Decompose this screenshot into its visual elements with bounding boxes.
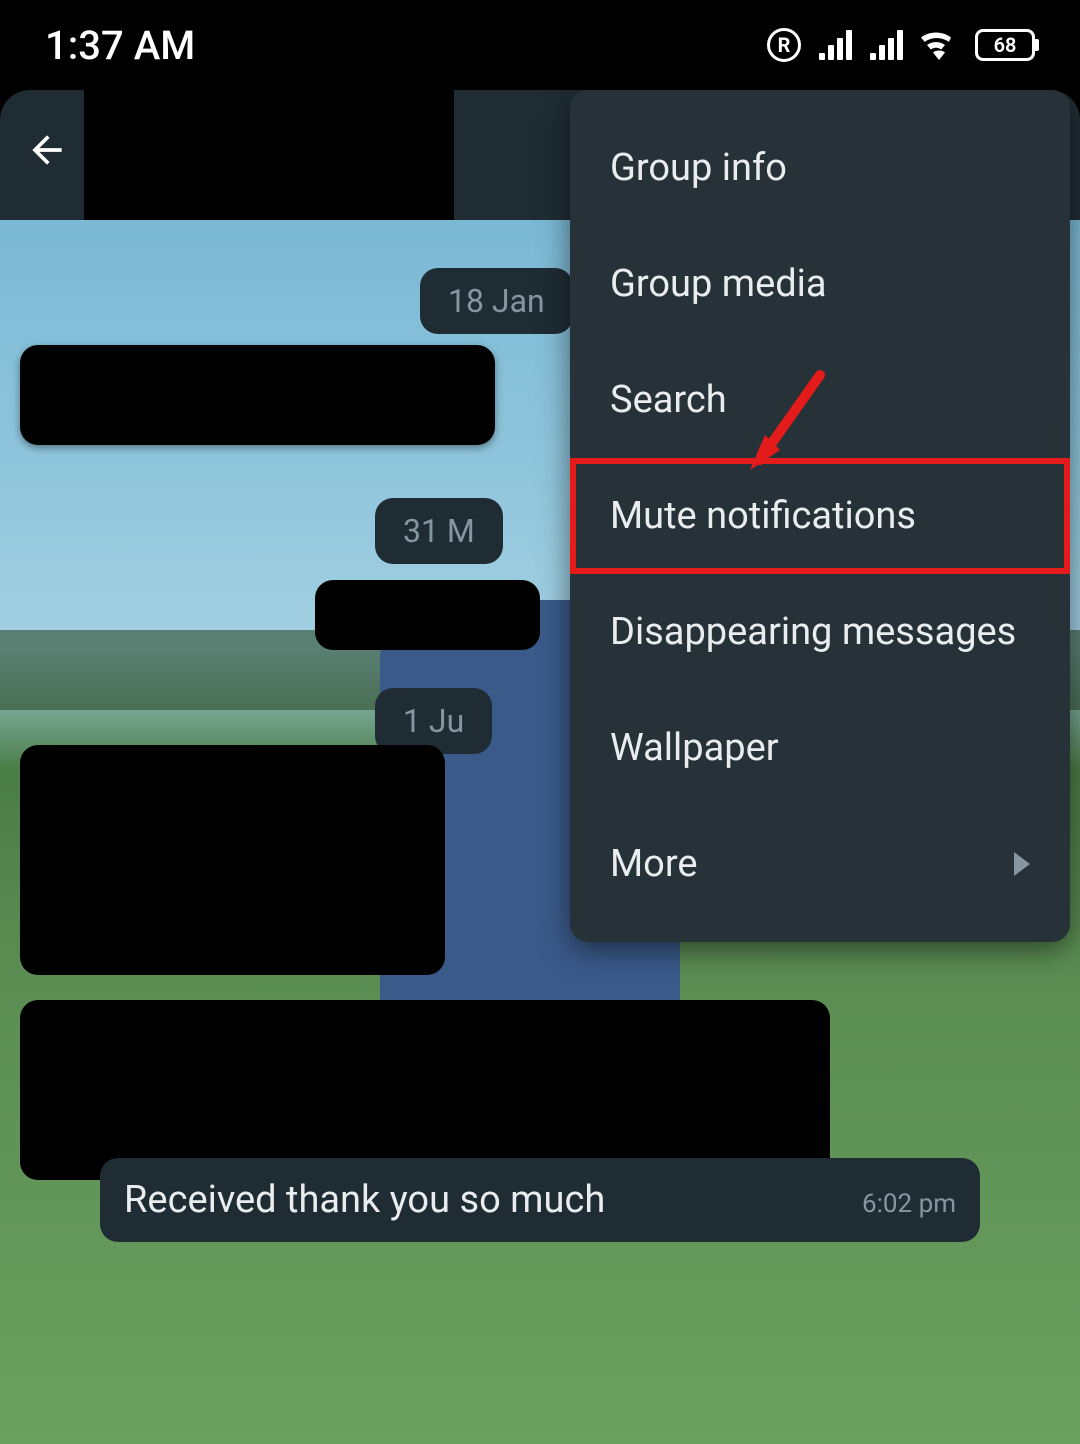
back-arrow-icon[interactable]: [25, 128, 69, 183]
chat-title-redacted: [84, 90, 454, 220]
signal-icon-2: [870, 30, 903, 60]
message-timestamp: 6:02 pm: [862, 1189, 956, 1219]
menu-item-label: Group info: [610, 146, 787, 190]
wifi-icon: [921, 30, 957, 60]
menu-item-group-media[interactable]: Group media: [570, 226, 1070, 342]
message-bubble[interactable]: Received thank you so much 6:02 pm: [100, 1158, 980, 1242]
message-redacted: [20, 345, 495, 445]
message-text: Received thank you so much: [124, 1178, 605, 1222]
menu-item-label: Disappearing messages: [610, 610, 1016, 654]
message-redacted: [315, 580, 540, 650]
menu-item-label: Wallpaper: [610, 726, 779, 770]
status-time: 1:37 AM: [45, 22, 195, 69]
battery-indicator: 68: [975, 29, 1035, 61]
menu-item-more[interactable]: More: [570, 806, 1070, 922]
message-redacted: [20, 745, 445, 975]
overflow-menu: Group info Group media Search Mute notif…: [570, 90, 1070, 942]
menu-item-label: More: [610, 842, 698, 886]
message-redacted: [20, 1000, 830, 1180]
menu-item-wallpaper[interactable]: Wallpaper: [570, 690, 1070, 806]
menu-item-group-info[interactable]: Group info: [570, 110, 1070, 226]
status-bar: 1:37 AM R 68: [0, 0, 1080, 90]
status-icons: R 68: [767, 28, 1035, 62]
menu-item-label: Search: [610, 378, 727, 422]
chevron-right-icon: [1014, 852, 1030, 876]
annotation-arrow: [735, 365, 835, 489]
menu-item-label: Mute notifications: [610, 494, 916, 538]
date-chip: 31 M: [375, 498, 503, 564]
battery-level: 68: [994, 33, 1017, 57]
registered-icon: R: [767, 28, 801, 62]
menu-item-label: Group media: [610, 262, 827, 306]
menu-item-disappearing-messages[interactable]: Disappearing messages: [570, 574, 1070, 690]
signal-icon-1: [819, 30, 852, 60]
date-chip: 18 Jan: [420, 268, 573, 334]
